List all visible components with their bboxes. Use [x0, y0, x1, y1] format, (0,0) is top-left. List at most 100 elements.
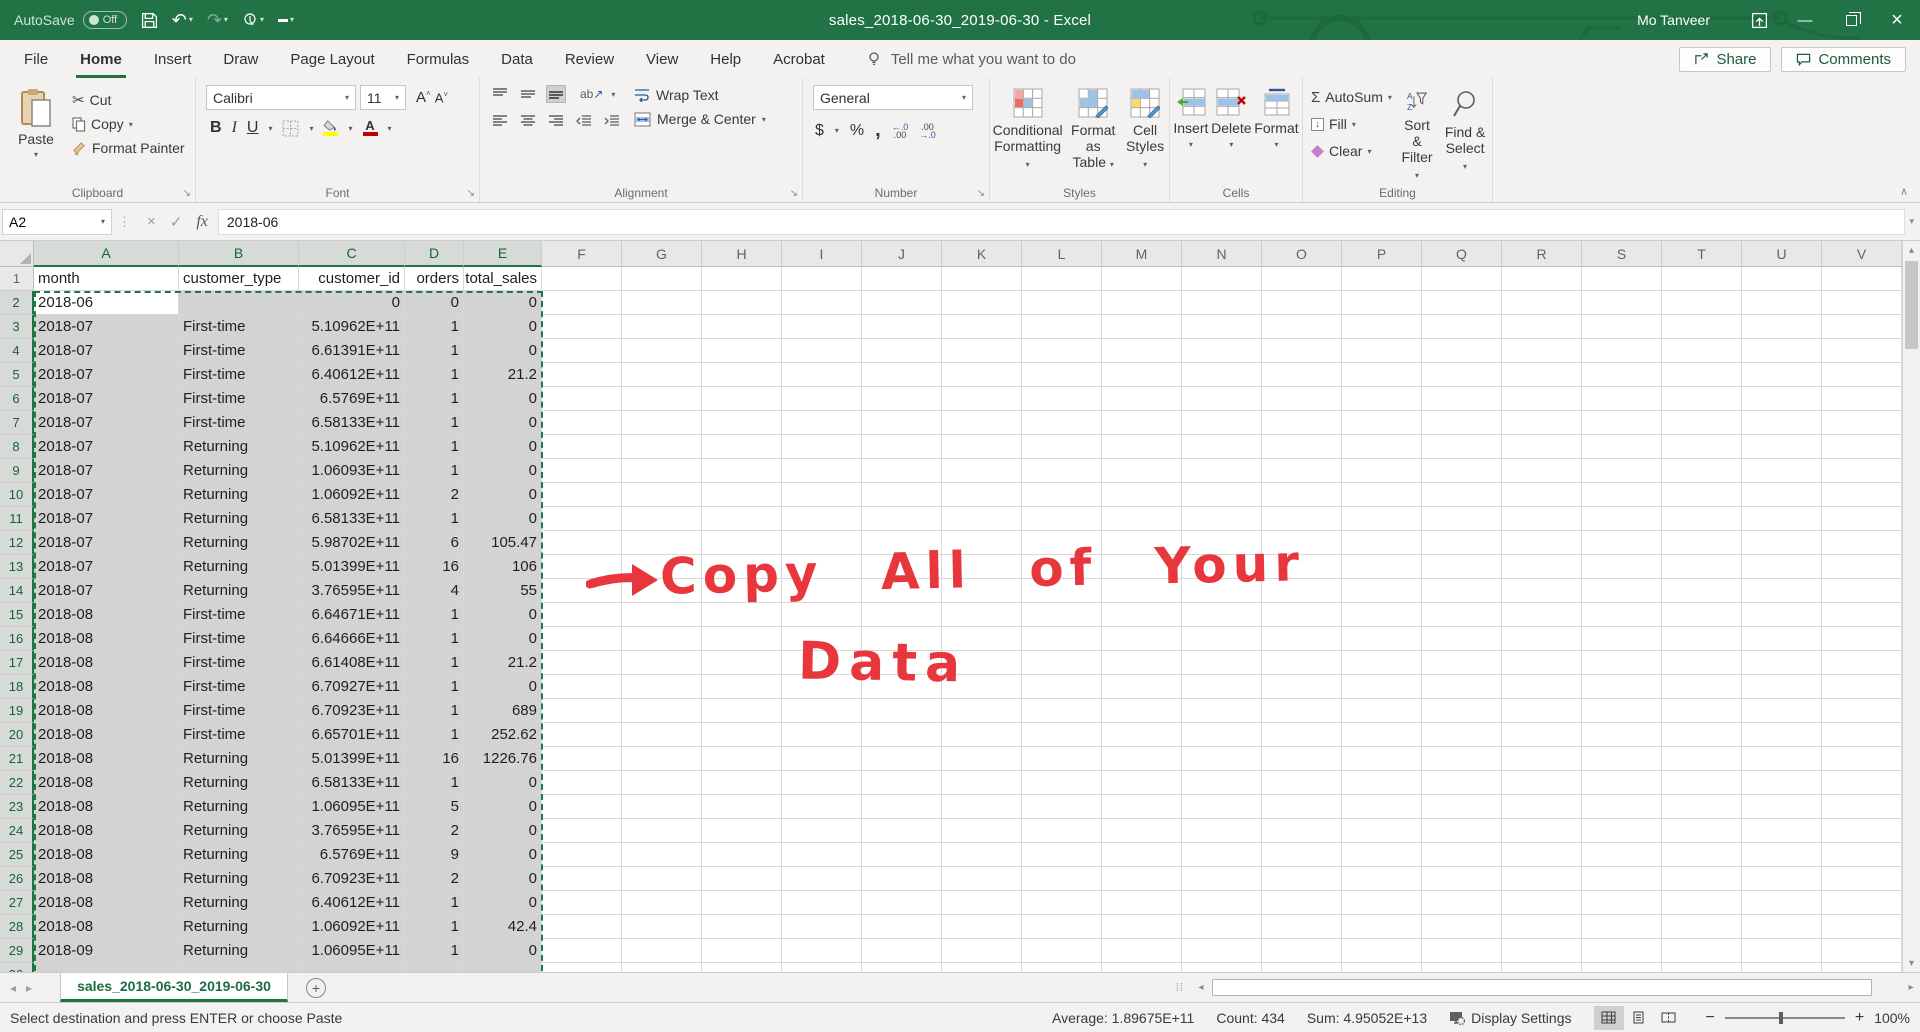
cell-O25[interactable]: [1262, 843, 1342, 867]
cell-U20[interactable]: [1742, 723, 1822, 747]
cell-T2[interactable]: [1662, 291, 1742, 315]
cell-H15[interactable]: [702, 603, 782, 627]
cell-G6[interactable]: [622, 387, 702, 411]
cell-C5[interactable]: 6.40612E+11: [299, 363, 405, 387]
cell-F24[interactable]: [542, 819, 622, 843]
format-cells-caret[interactable]: ▾: [1274, 140, 1278, 149]
zoom-slider[interactable]: [1725, 1017, 1845, 1019]
cell-G23[interactable]: [622, 795, 702, 819]
select-all-corner[interactable]: [0, 241, 34, 267]
cell-P24[interactable]: [1342, 819, 1422, 843]
cell-R16[interactable]: [1502, 627, 1582, 651]
ribbon-display-options-button[interactable]: [1736, 0, 1782, 40]
column-header-F[interactable]: F: [542, 241, 622, 267]
cell-K16[interactable]: [942, 627, 1022, 651]
tell-me-search[interactable]: Tell me what you want to do: [867, 51, 1076, 68]
cell-K13[interactable]: [942, 555, 1022, 579]
cell-B12[interactable]: Returning: [179, 531, 299, 555]
cell-A21[interactable]: 2018-08: [34, 747, 179, 771]
tab-insert[interactable]: Insert: [138, 40, 208, 78]
cell-P25[interactable]: [1342, 843, 1422, 867]
column-header-U[interactable]: U: [1742, 241, 1822, 267]
cell-O10[interactable]: [1262, 483, 1342, 507]
cell-V4[interactable]: [1822, 339, 1902, 363]
cell-E21[interactable]: 1226.76: [464, 747, 542, 771]
cell-C28[interactable]: 1.06092E+11: [299, 915, 405, 939]
cell-Q21[interactable]: [1422, 747, 1502, 771]
cell-D1[interactable]: orders: [405, 267, 464, 291]
cell-U13[interactable]: [1742, 555, 1822, 579]
cell-E30[interactable]: [464, 963, 542, 972]
cell-M21[interactable]: [1102, 747, 1182, 771]
row-header-21[interactable]: 21: [0, 747, 34, 771]
cell-E15[interactable]: 0: [464, 603, 542, 627]
cell-S12[interactable]: [1582, 531, 1662, 555]
row-header-10[interactable]: 10: [0, 483, 34, 507]
find-select-button[interactable]: Find & Select ▾: [1442, 82, 1488, 184]
cell-S13[interactable]: [1582, 555, 1662, 579]
cell-E17[interactable]: 21.2: [464, 651, 542, 675]
column-header-R[interactable]: R: [1502, 241, 1582, 267]
cell-O24[interactable]: [1262, 819, 1342, 843]
cell-J3[interactable]: [862, 315, 942, 339]
tab-review[interactable]: Review: [549, 40, 630, 78]
cell-A23[interactable]: 2018-08: [34, 795, 179, 819]
cell-F1[interactable]: [542, 267, 622, 291]
cell-P29[interactable]: [1342, 939, 1422, 963]
cell-V7[interactable]: [1822, 411, 1902, 435]
cell-R21[interactable]: [1502, 747, 1582, 771]
cell-G2[interactable]: [622, 291, 702, 315]
cell-L14[interactable]: [1022, 579, 1102, 603]
cell-V3[interactable]: [1822, 315, 1902, 339]
undo-caret[interactable]: ▾: [189, 16, 193, 24]
cell-F19[interactable]: [542, 699, 622, 723]
column-header-P[interactable]: P: [1342, 241, 1422, 267]
cell-L13[interactable]: [1022, 555, 1102, 579]
cell-Q17[interactable]: [1422, 651, 1502, 675]
cell-L29[interactable]: [1022, 939, 1102, 963]
cell-B1[interactable]: customer_type: [179, 267, 299, 291]
redo-button[interactable]: ↷▾: [207, 11, 228, 29]
name-box[interactable]: A2 ▾: [2, 209, 112, 235]
customize-qat-button[interactable]: ▬▾: [278, 17, 294, 23]
cell-U14[interactable]: [1742, 579, 1822, 603]
cell-J19[interactable]: [862, 699, 942, 723]
cell-V9[interactable]: [1822, 459, 1902, 483]
row-header-9[interactable]: 9: [0, 459, 34, 483]
cell-C29[interactable]: 1.06095E+11: [299, 939, 405, 963]
font-size-select[interactable]: 11 ▾: [360, 85, 406, 110]
decrease-indent-button[interactable]: [574, 112, 594, 130]
cell-I9[interactable]: [782, 459, 862, 483]
cell-C11[interactable]: 6.58133E+11: [299, 507, 405, 531]
cell-K5[interactable]: [942, 363, 1022, 387]
cell-T18[interactable]: [1662, 675, 1742, 699]
fill-button[interactable]: ↓ Fill ▾: [1311, 112, 1392, 136]
cell-S14[interactable]: [1582, 579, 1662, 603]
cell-J11[interactable]: [862, 507, 942, 531]
cell-S25[interactable]: [1582, 843, 1662, 867]
cell-S11[interactable]: [1582, 507, 1662, 531]
cell-S18[interactable]: [1582, 675, 1662, 699]
autosum-button[interactable]: Σ AutoSum ▾: [1311, 85, 1392, 109]
decrease-decimal-button[interactable]: .00 →.0: [919, 123, 936, 139]
cell-R28[interactable]: [1502, 915, 1582, 939]
cell-P4[interactable]: [1342, 339, 1422, 363]
cell-B7[interactable]: First-time: [179, 411, 299, 435]
cell-E28[interactable]: 42.4: [464, 915, 542, 939]
cell-B30[interactable]: [179, 963, 299, 972]
cell-I17[interactable]: [782, 651, 862, 675]
cell-T12[interactable]: [1662, 531, 1742, 555]
new-sheet-button[interactable]: +: [306, 978, 326, 998]
cell-Q24[interactable]: [1422, 819, 1502, 843]
cell-T17[interactable]: [1662, 651, 1742, 675]
cell-N26[interactable]: [1182, 867, 1262, 891]
fill-caret[interactable]: ▾: [1352, 120, 1356, 129]
cell-K10[interactable]: [942, 483, 1022, 507]
cell-K12[interactable]: [942, 531, 1022, 555]
cell-O21[interactable]: [1262, 747, 1342, 771]
cell-J25[interactable]: [862, 843, 942, 867]
font-color-caret[interactable]: ▾: [388, 124, 392, 133]
borders-button[interactable]: [282, 120, 299, 137]
cell-H5[interactable]: [702, 363, 782, 387]
cell-K28[interactable]: [942, 915, 1022, 939]
